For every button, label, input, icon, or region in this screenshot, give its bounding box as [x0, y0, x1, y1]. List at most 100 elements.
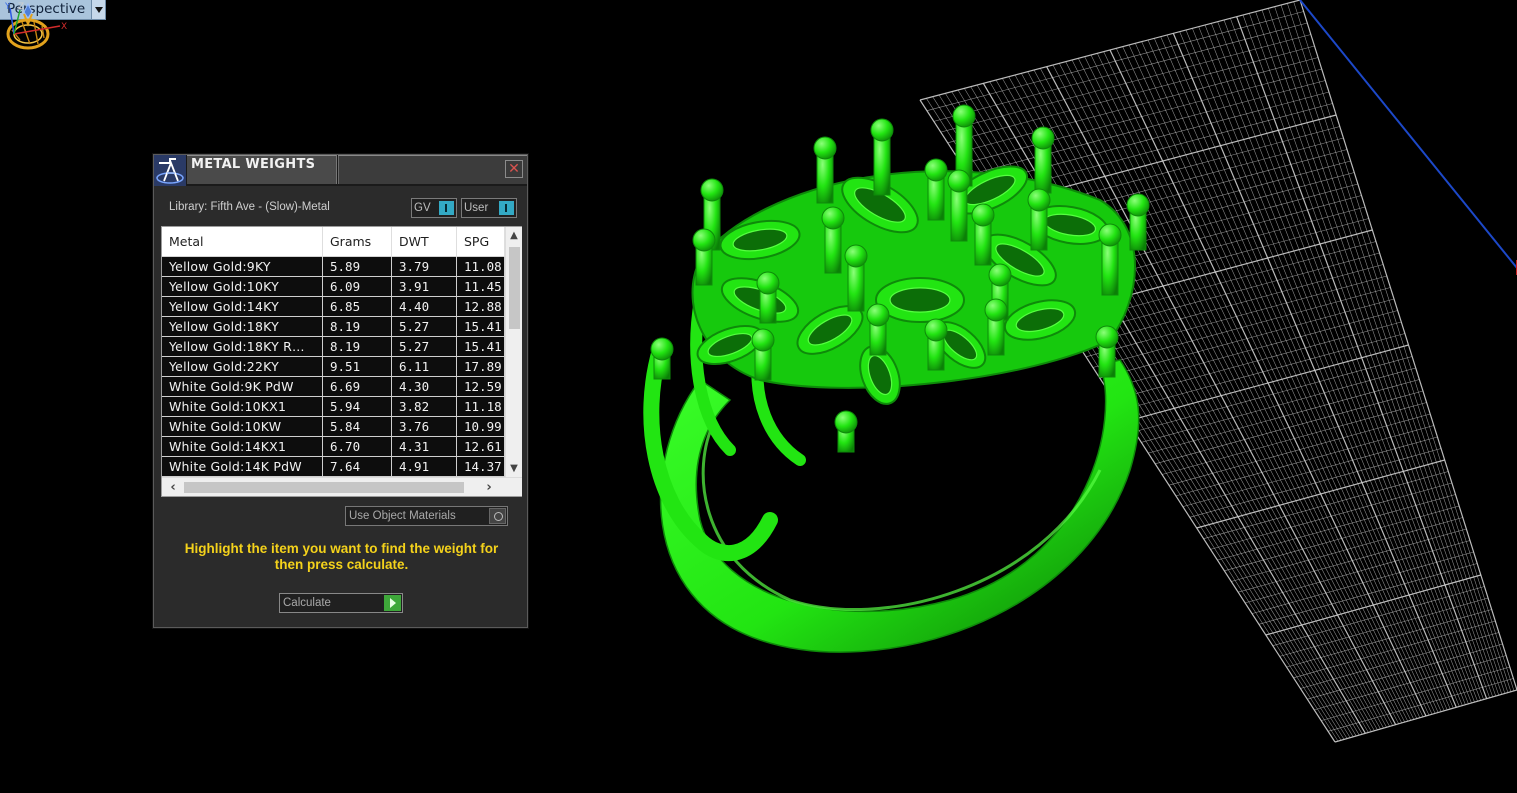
cell-dwt[interactable]: 5.27 [392, 337, 457, 357]
gv-toggle[interactable]: GV [411, 198, 457, 218]
table-row[interactable]: White Gold:14KX1 6.70 4.31 12.61 [162, 437, 505, 457]
prong-bead [866, 303, 890, 327]
material-source-dropdown[interactable]: Use Object Materials [345, 506, 508, 526]
cell-grams[interactable]: 5.94 [323, 397, 392, 417]
prong-bead [700, 178, 724, 202]
axis-indicator-icon: X Y Z [4, 2, 67, 35]
cell-spg[interactable]: 10.99 [457, 417, 505, 437]
horizontal-scrollbar[interactable]: ‹ › [162, 477, 522, 496]
table-row[interactable]: Yellow Gold:18KY 8.19 5.27 15.41 [162, 317, 505, 337]
cell-metal[interactable]: Yellow Gold:14KY [162, 297, 323, 317]
table-row[interactable]: Yellow Gold:9KY 5.89 3.79 11.08 [162, 257, 505, 277]
table-row[interactable]: White Gold:10KW 5.84 3.76 10.99 [162, 417, 505, 437]
cell-spg[interactable]: 15.41 [457, 317, 505, 337]
axis-z-label: Z [18, 2, 24, 12]
scroll-down-arrow-icon[interactable]: ▼ [506, 460, 522, 477]
column-header-spg[interactable]: SPG [457, 227, 505, 257]
cell-grams[interactable]: 5.89 [323, 257, 392, 277]
cell-metal[interactable]: White Gold:14KX1 [162, 437, 323, 457]
scroll-left-arrow-icon[interactable]: ‹ [164, 478, 182, 496]
prong-bead [984, 298, 1008, 322]
cell-grams[interactable]: 5.84 [323, 417, 392, 437]
user-toggle-label: User [464, 202, 489, 214]
cell-grams[interactable]: 6.70 [323, 437, 392, 457]
cell-spg[interactable]: 15.41 [457, 337, 505, 357]
cell-grams[interactable]: 9.51 [323, 357, 392, 377]
column-header-dwt[interactable]: DWT [392, 227, 457, 257]
matrix-logo-icon [154, 155, 186, 186]
cell-spg[interactable]: 12.88 [457, 297, 505, 317]
prong-bead [1126, 193, 1150, 217]
vertical-scroll-thumb[interactable] [509, 247, 520, 329]
cell-metal[interactable]: Yellow Gold:18KY R… [162, 337, 323, 357]
cell-dwt[interactable]: 4.91 [392, 457, 457, 477]
prong-bead [1095, 325, 1119, 349]
cell-dwt[interactable]: 3.82 [392, 397, 457, 417]
table-row[interactable]: White Gold:14K PdW 7.64 4.91 14.37 [162, 457, 505, 477]
table-row[interactable]: White Gold:9K PdW 6.69 4.30 12.59 [162, 377, 505, 397]
scroll-up-arrow-icon[interactable]: ▲ [506, 227, 522, 244]
cell-dwt[interactable]: 3.79 [392, 257, 457, 277]
prong-bead [821, 206, 845, 230]
prong-bead [650, 337, 674, 361]
axis-x-label: X [61, 22, 67, 32]
table-row[interactable]: Yellow Gold:18KY R… 8.19 5.27 15.41 [162, 337, 505, 357]
cell-metal[interactable]: White Gold:10KX1 [162, 397, 323, 417]
cell-spg[interactable]: 11.08 [457, 257, 505, 277]
prong-bead [870, 118, 894, 142]
cell-grams[interactable]: 6.85 [323, 297, 392, 317]
cell-metal[interactable]: Yellow Gold:22KY [162, 357, 323, 377]
close-icon[interactable]: ✕ [505, 160, 523, 178]
play-icon[interactable] [384, 595, 401, 611]
world-y-axis-line [1299, 0, 1517, 269]
cell-grams[interactable]: 7.64 [323, 457, 392, 477]
toggle-switch-icon[interactable] [439, 201, 454, 215]
prong-bead [834, 410, 858, 434]
calculate-button[interactable]: Calculate [279, 593, 403, 613]
cell-spg[interactable]: 11.18 [457, 397, 505, 417]
cell-dwt[interactable]: 6.11 [392, 357, 457, 377]
setting-seat [889, 287, 951, 313]
cell-metal[interactable]: Yellow Gold:18KY [162, 317, 323, 337]
cell-grams[interactable]: 8.19 [323, 337, 392, 357]
cell-metal[interactable]: White Gold:9K PdW [162, 377, 323, 397]
table-row[interactable]: Yellow Gold:14KY 6.85 4.40 12.88 [162, 297, 505, 317]
cell-dwt[interactable]: 4.31 [392, 437, 457, 457]
dropdown-toggle-icon[interactable] [489, 508, 506, 524]
table-header: Metal Grams DWT SPG [162, 227, 505, 257]
cell-dwt[interactable]: 4.40 [392, 297, 457, 317]
dialog-tab-strip [338, 155, 527, 184]
prong-bead [924, 318, 948, 342]
cell-metal[interactable]: White Gold:14K PdW [162, 457, 323, 477]
prong-bead [947, 169, 971, 193]
cell-dwt[interactable]: 3.76 [392, 417, 457, 437]
cell-metal[interactable]: White Gold:10KW [162, 417, 323, 437]
dialog-header[interactable]: METAL WEIGHTS ✕ [154, 155, 527, 186]
cell-metal[interactable]: Yellow Gold:10KY [162, 277, 323, 297]
scroll-right-arrow-icon[interactable]: › [480, 478, 498, 496]
axis-y-label: Y [4, 2, 11, 12]
cell-dwt[interactable]: 3.91 [392, 277, 457, 297]
horizontal-scroll-thumb[interactable] [184, 482, 464, 493]
cell-grams[interactable]: 6.09 [323, 277, 392, 297]
table-row[interactable]: Yellow Gold:22KY 9.51 6.11 17.89 [162, 357, 505, 377]
table-row[interactable]: White Gold:10KX1 5.94 3.82 11.18 [162, 397, 505, 417]
vertical-scrollbar[interactable]: ▲ ▼ [505, 227, 522, 477]
cell-dwt[interactable]: 5.27 [392, 317, 457, 337]
table-row[interactable]: Yellow Gold:10KY 6.09 3.91 11.45 [162, 277, 505, 297]
column-header-grams[interactable]: Grams [323, 227, 392, 257]
cell-grams[interactable]: 8.19 [323, 317, 392, 337]
cell-spg[interactable]: 14.37 [457, 457, 505, 477]
toggle-switch-icon[interactable] [499, 201, 514, 215]
cell-spg[interactable]: 12.59 [457, 377, 505, 397]
cell-dwt[interactable]: 4.30 [392, 377, 457, 397]
cell-grams[interactable]: 6.69 [323, 377, 392, 397]
cell-spg[interactable]: 11.45 [457, 277, 505, 297]
column-header-metal[interactable]: Metal [162, 227, 323, 257]
cell-spg[interactable]: 17.89 [457, 357, 505, 377]
user-toggle[interactable]: User [461, 198, 517, 218]
ring-band [659, 359, 1140, 653]
cell-metal[interactable]: Yellow Gold:9KY [162, 257, 323, 277]
cell-spg[interactable]: 12.61 [457, 437, 505, 457]
viewport-menu-arrow-icon[interactable] [91, 0, 106, 19]
